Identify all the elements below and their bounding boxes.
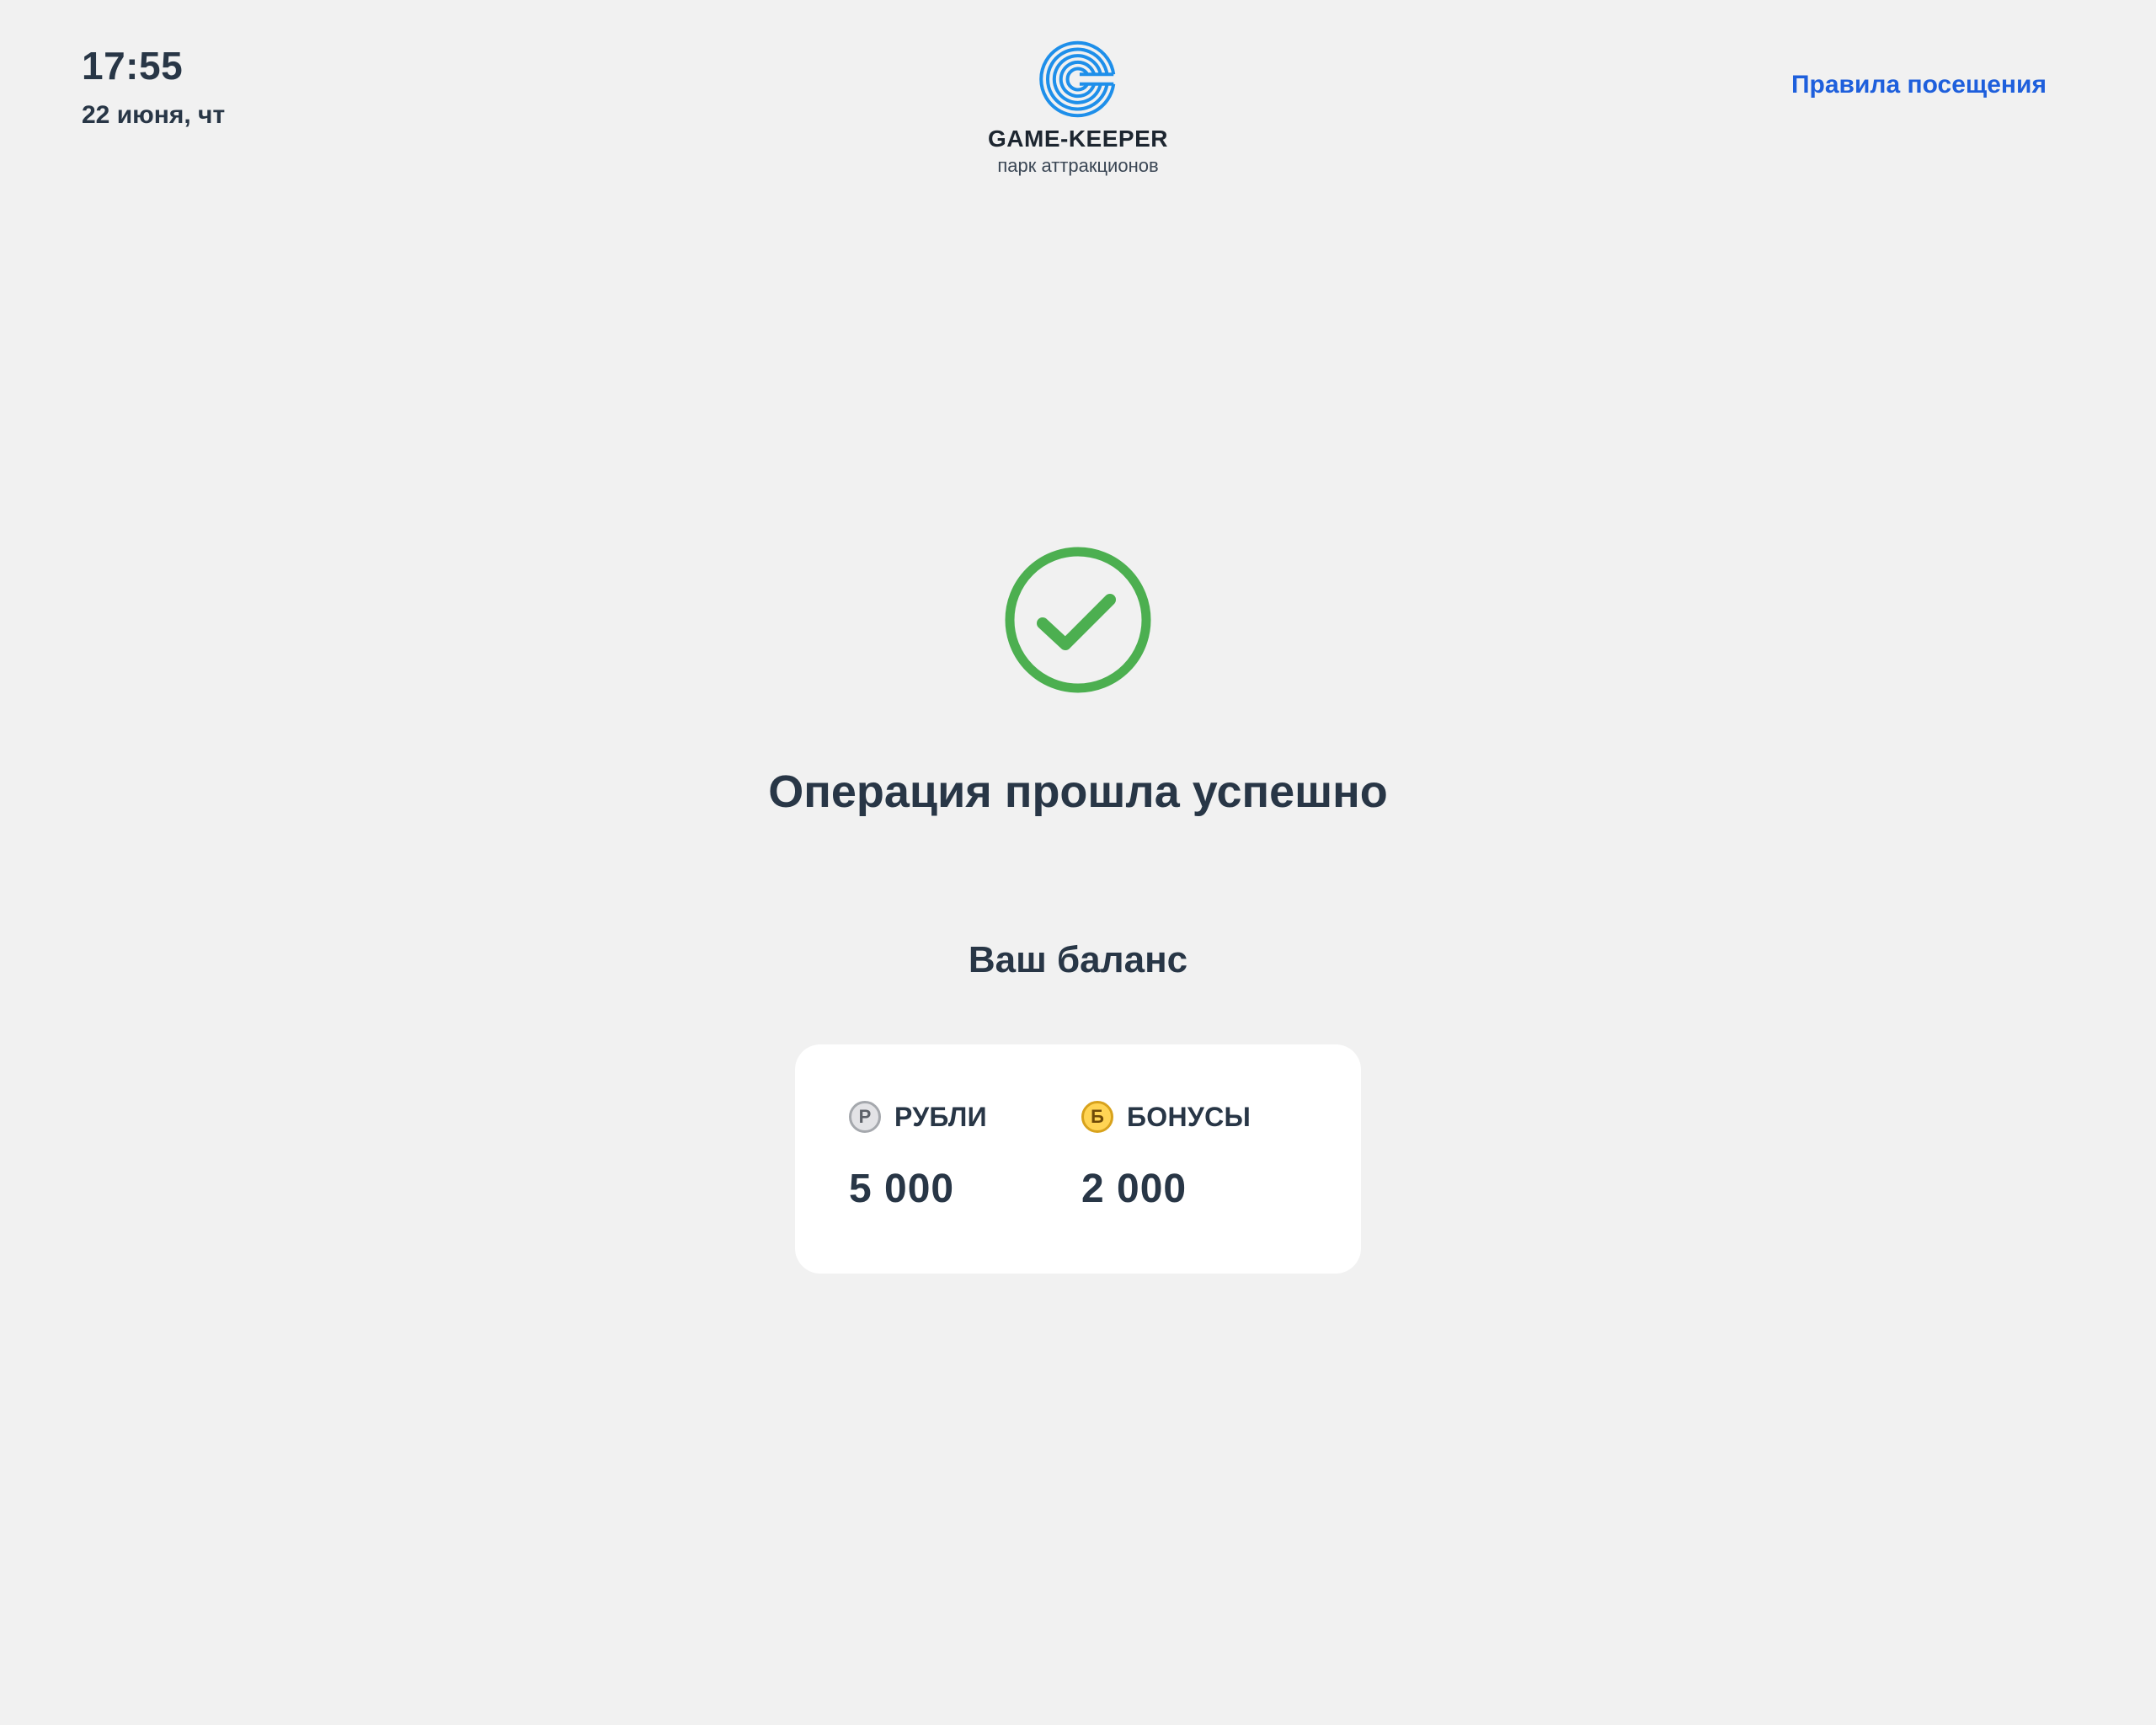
- bonus-coin-icon: Б: [1081, 1101, 1113, 1133]
- clock-widget: 17:55 22 июня, чт: [82, 42, 225, 131]
- current-date: 22 июня, чт: [82, 101, 226, 129]
- logo-subtitle: парк аттракционов: [997, 155, 1159, 176]
- balance-bonuses: Б БОНУСЫ 2 000: [1081, 1100, 1251, 1213]
- rubles-value: 5 000: [849, 1167, 955, 1211]
- success-message: Операция прошла успешно: [768, 766, 1388, 817]
- bonuses-value: 2 000: [1081, 1167, 1187, 1211]
- current-time: 17:55: [82, 44, 184, 88]
- ruble-coin-icon: Р: [849, 1101, 881, 1133]
- brand-logo: GAME-KEEPER парк аттракционов: [910, 39, 1246, 178]
- balance-rubles: Р РУБЛИ 5 000: [849, 1100, 987, 1213]
- balance-heading: Ваш баланс: [968, 939, 1188, 980]
- check-circle-icon: [1005, 547, 1151, 693]
- balance-card: Р РУБЛИ 5 000 Б БОНУСЫ 2 000: [795, 1044, 1361, 1274]
- logo-name: GAME-KEEPER: [988, 126, 1168, 152]
- bonuses-label: БОНУСЫ: [1127, 1101, 1251, 1132]
- visit-rules-link[interactable]: Правила посещения: [1791, 71, 2047, 99]
- game-keeper-logo-icon: [1039, 40, 1116, 118]
- rubles-label: РУБЛИ: [894, 1101, 987, 1132]
